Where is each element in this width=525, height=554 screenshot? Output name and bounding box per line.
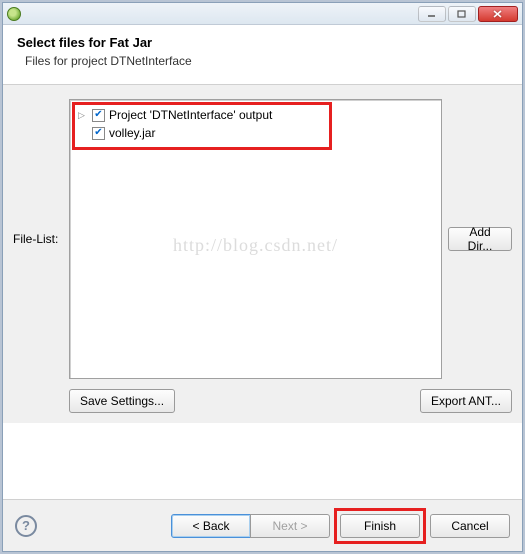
minimize-button[interactable] — [418, 6, 446, 22]
app-icon — [7, 7, 21, 21]
dialog-title: Select files for Fat Jar — [17, 35, 508, 50]
export-ant-button[interactable]: Export ANT... — [420, 389, 512, 413]
finish-button[interactable]: Finish — [340, 514, 420, 538]
cancel-button[interactable]: Cancel — [430, 514, 510, 538]
expand-arrow-icon[interactable]: ▷ — [78, 110, 88, 121]
tree-item[interactable]: ✔ volley.jar — [78, 124, 433, 142]
close-button[interactable] — [478, 6, 518, 22]
checkbox[interactable]: ✔ — [92, 109, 105, 122]
dialog-subtitle: Files for project DTNetInterface — [25, 54, 508, 68]
tree-item-label: Project 'DTNetInterface' output — [109, 108, 272, 122]
window-titlebar — [3, 3, 522, 25]
tree-item[interactable]: ▷ ✔ Project 'DTNetInterface' output — [78, 106, 433, 124]
dialog-header: Select files for Fat Jar Files for proje… — [3, 25, 522, 85]
add-dir-button[interactable]: Add Dir... — [448, 227, 512, 251]
back-button[interactable]: < Back — [171, 514, 251, 538]
maximize-button[interactable] — [448, 6, 476, 22]
watermark-text: http://blog.csdn.net/ — [173, 235, 338, 256]
save-settings-button[interactable]: Save Settings... — [69, 389, 175, 413]
tree-item-label: volley.jar — [109, 126, 155, 140]
help-icon[interactable]: ? — [15, 515, 37, 537]
next-button: Next > — [250, 514, 330, 538]
file-list-box[interactable]: ▷ ✔ Project 'DTNetInterface' output ✔ vo… — [69, 99, 442, 379]
file-list-label: File-List: — [13, 232, 63, 246]
checkbox[interactable]: ✔ — [92, 127, 105, 140]
